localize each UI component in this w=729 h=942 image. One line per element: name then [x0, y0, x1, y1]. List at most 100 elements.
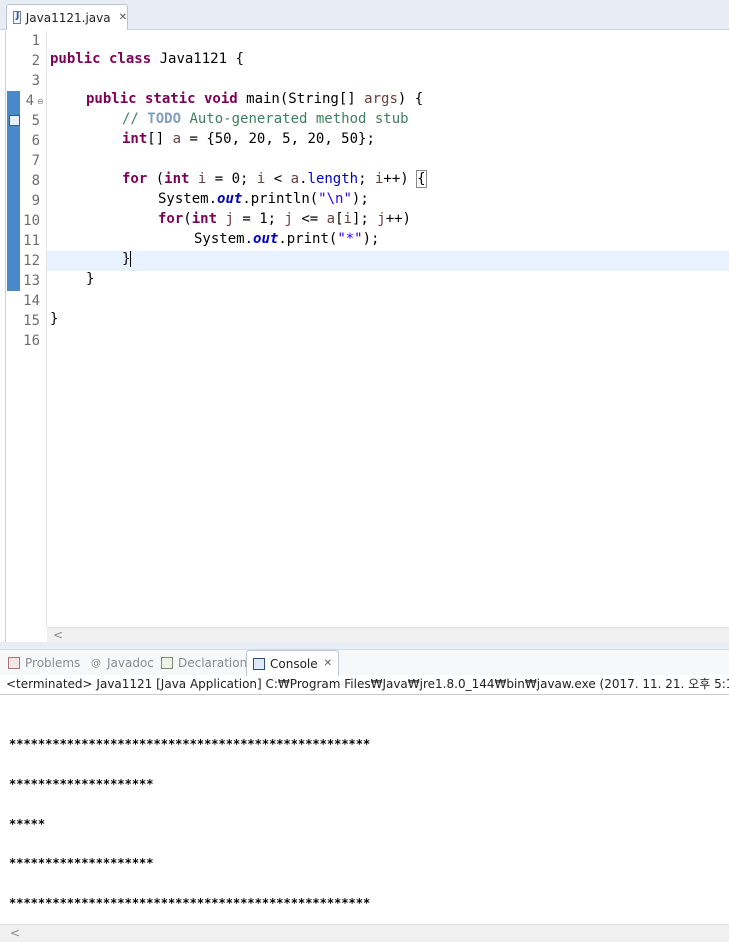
- code-text: );: [351, 191, 369, 207]
- console-status: <terminated> Java1121 [Java Application]…: [0, 675, 729, 695]
- line-number: 7: [31, 153, 40, 169]
- code-text: <: [265, 171, 291, 187]
- code-text: (: [147, 171, 165, 187]
- code-text: = 1;: [233, 211, 285, 227]
- declaration-icon: [161, 657, 173, 669]
- code-text: = {50, 20, 5, 20, 50};: [181, 131, 375, 147]
- todo-tag: TODO: [147, 111, 182, 127]
- console-horizontal-scrollbar[interactable]: <: [0, 924, 729, 942]
- variable: i: [343, 211, 352, 227]
- code-text: ];: [351, 211, 378, 227]
- keyword: public class: [50, 51, 152, 67]
- matching-bracket: {: [416, 170, 427, 188]
- variable: a: [290, 171, 300, 187]
- line-number-ruler: 1 2 3 4 ⊖ 5 6 7 8 9 10 11 12 13 14 15 16: [6, 31, 47, 627]
- close-icon[interactable]: ✕: [119, 12, 127, 23]
- code-line-4: public static void main(String[] args) {: [86, 91, 423, 111]
- line-number: 2: [31, 53, 40, 69]
- code-text: }: [50, 311, 59, 327]
- problems-icon: [8, 657, 20, 669]
- comment: Auto-generated method stub: [181, 111, 409, 127]
- variable: a: [326, 211, 336, 227]
- line-number: 12: [23, 253, 40, 269]
- variable: j: [225, 211, 234, 227]
- keyword: int: [191, 211, 218, 227]
- tab-label: Problems: [25, 656, 81, 670]
- keyword: public static void: [86, 91, 238, 107]
- line-number: 10: [23, 213, 40, 229]
- code-text: ++): [385, 211, 411, 227]
- code-text: [: [335, 211, 344, 227]
- code-text: .: [299, 171, 308, 187]
- code-text: Java1121 {: [151, 51, 244, 67]
- code-text: ++): [383, 171, 418, 187]
- string-literal: "*": [337, 231, 363, 247]
- code-editor[interactable]: 1 2 3 4 ⊖ 5 6 7 8 9 10 11 12 13 14 15 16…: [5, 31, 729, 642]
- line-number: 9: [31, 193, 40, 209]
- java-file-icon: [13, 11, 21, 24]
- keyword: for: [158, 211, 184, 227]
- static-field: out: [253, 231, 279, 247]
- line-number: 6: [31, 133, 40, 149]
- code-text: .print(: [278, 231, 338, 247]
- code-text: System.: [158, 191, 218, 207]
- tab-console[interactable]: Console ✕: [246, 650, 340, 676]
- tab-declaration[interactable]: Declaration: [161, 650, 247, 676]
- tab-problems[interactable]: Problems: [8, 650, 80, 676]
- code-text: System.: [194, 231, 254, 247]
- code-line-12: }: [122, 251, 132, 271]
- line-number: 5: [31, 113, 40, 129]
- code-text: );: [362, 231, 380, 247]
- text-cursor: [130, 251, 132, 267]
- scroll-left-icon[interactable]: <: [10, 926, 20, 940]
- code-text: main(String[]: [237, 91, 365, 107]
- editor-tab-bar: Java1121.java ✕: [0, 0, 729, 30]
- code-text: []: [147, 131, 173, 147]
- code-line-2: public class Java1121 {: [50, 51, 244, 71]
- line-number: 1: [31, 33, 40, 49]
- code-text: }: [122, 251, 131, 267]
- line-number: 13: [23, 273, 40, 289]
- fold-collapse-icon[interactable]: ⊖: [37, 97, 44, 106]
- code-text: ;: [358, 171, 375, 187]
- editor-horizontal-scrollbar[interactable]: <: [47, 627, 729, 642]
- editor-tab-label: Java1121.java: [25, 10, 111, 25]
- line-number: 14: [23, 293, 40, 309]
- code-line-6: int[] a = {50, 20, 5, 20, 50};: [122, 131, 375, 151]
- string-literal: "\n": [318, 191, 352, 207]
- variable: j: [284, 211, 293, 227]
- code-text: (: [183, 211, 192, 227]
- current-line-highlight: [47, 251, 729, 271]
- javadoc-icon: @: [91, 657, 101, 669]
- code-text-area[interactable]: public class Java1121 { public static vo…: [47, 31, 729, 627]
- static-field: out: [217, 191, 243, 207]
- field: length: [307, 171, 359, 187]
- code-line-5: // TODO Auto-generated method stub: [122, 111, 409, 131]
- console-output[interactable]: ****************************************…: [0, 696, 729, 924]
- parameter: args: [364, 91, 398, 107]
- code-text: ) {: [397, 91, 424, 107]
- code-line-9: System.out.println("\n");: [158, 191, 369, 211]
- close-icon[interactable]: ✕: [324, 658, 332, 669]
- panel-sash[interactable]: [0, 642, 729, 649]
- output-line: *****: [9, 817, 46, 831]
- code-text: }: [86, 271, 95, 287]
- tab-javadoc[interactable]: @ Javadoc: [90, 650, 154, 676]
- output-line: ********************: [9, 777, 154, 791]
- variable: a: [172, 131, 182, 147]
- output-line: ****************************************…: [9, 737, 371, 751]
- code-line-15: }: [50, 311, 58, 331]
- code-text: .println(: [242, 191, 319, 207]
- variable: j: [377, 211, 386, 227]
- code-text: <=: [292, 211, 327, 227]
- panel-tab-bar: Problems @ Javadoc Declaration Console ✕: [0, 649, 729, 676]
- console-icon: [253, 657, 265, 670]
- code-text: = 0;: [206, 171, 257, 187]
- scroll-left-icon[interactable]: <: [53, 628, 63, 642]
- line-number: 11: [23, 233, 40, 249]
- output-line: ********************: [9, 856, 154, 870]
- line-number: 16: [23, 333, 40, 349]
- tab-label: Javadoc: [107, 656, 154, 670]
- editor-tab-java1121[interactable]: Java1121.java ✕: [6, 4, 128, 30]
